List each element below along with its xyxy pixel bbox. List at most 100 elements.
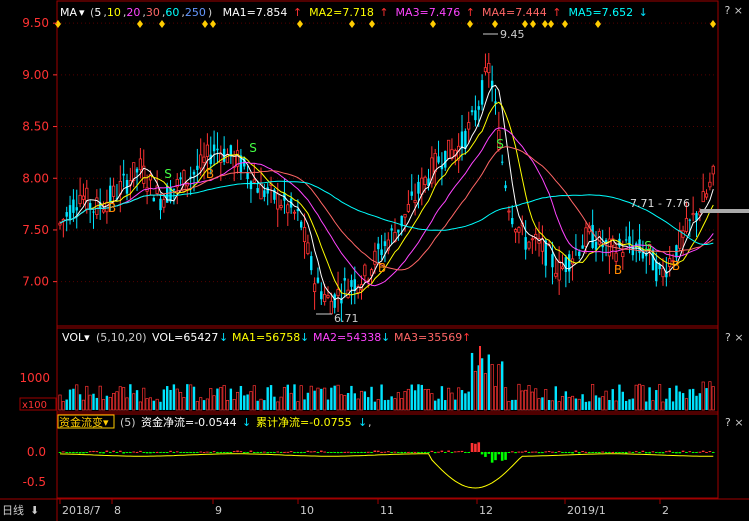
flow-bar — [242, 452, 246, 453]
flow-bar — [256, 452, 259, 453]
vol-bar — [138, 401, 142, 411]
candle-body — [109, 185, 112, 202]
candle-body — [162, 199, 166, 208]
candle-body — [403, 213, 407, 218]
fund-flow-series: 资金流变▾ (5) 资金净流=-0.0544 ↓ 累计净流=-0.0755 ↓, ? × 0.… — [23, 414, 744, 489]
flow-bar — [420, 452, 424, 453]
ma-value-arrow-4: ↑ — [548, 6, 562, 19]
vol-bar — [618, 384, 621, 410]
help-button[interactable]: ? — [724, 4, 730, 17]
chart-canvas[interactable]: 9.45 6.71 7.71 - 7.76 B B B B B S S S S VOL▾ (5,10,2… — [0, 0, 749, 521]
candle-body — [383, 241, 387, 247]
vol-bar — [155, 398, 159, 411]
vol-ma3-arrow: ↑ — [462, 331, 471, 344]
vol-bar — [454, 399, 457, 410]
ma-value-4: MA4=7.444 — [482, 6, 547, 19]
flow-bar — [192, 452, 196, 454]
sell-signal: S — [164, 167, 172, 181]
vol-bar — [343, 395, 347, 411]
candle-body — [564, 257, 568, 273]
candle-body — [584, 227, 588, 247]
vol-bar — [58, 394, 62, 411]
ma-value-arrow-3: ↑ — [462, 6, 475, 19]
candle-body — [279, 205, 283, 208]
vol-bar — [668, 387, 671, 410]
vol-bar — [406, 388, 410, 411]
vol-bar — [339, 394, 343, 411]
flow-bar — [648, 452, 651, 454]
flow-bar — [199, 451, 202, 453]
candle-body — [524, 237, 527, 250]
ma-values: MA1=7.854 ↑ MA2=7.718 ↑ MA3=7.476 ↑ MA4=7.4… — [218, 6, 650, 19]
x-tick-label: 9 — [215, 504, 222, 517]
flow-bar — [366, 451, 370, 453]
close-button[interactable]: × — [734, 4, 743, 17]
flow-bar — [273, 452, 276, 454]
vol-bar — [631, 398, 635, 410]
candle-body — [557, 260, 561, 281]
flow-bar — [330, 452, 333, 453]
flow-bar — [353, 452, 357, 453]
candle-body — [209, 154, 212, 165]
flow-bar — [695, 452, 698, 453]
vol-bar — [634, 384, 638, 411]
candle-body — [661, 267, 665, 278]
vol-bar — [135, 390, 139, 410]
signal-diamond-icon — [159, 20, 165, 28]
ma-param-10: 10 — [106, 6, 121, 19]
flow-bar — [557, 451, 561, 453]
flow-bar — [708, 451, 712, 453]
vol-bar — [473, 370, 477, 411]
x-tick-label: 11 — [380, 504, 394, 517]
flow-bar — [661, 452, 665, 454]
ma-param-30: 30 — [145, 6, 160, 19]
vol-bar — [437, 398, 440, 410]
flow-bar — [363, 452, 367, 453]
vol-bar — [447, 387, 451, 411]
flow-net-value: 资金净流=-0.0544 — [141, 415, 237, 429]
flow-bar — [624, 452, 628, 454]
flow-bar — [216, 452, 219, 454]
candle-body — [138, 158, 142, 171]
ma-value-5: MA5=7.652 — [568, 6, 634, 19]
candle-body — [437, 156, 440, 163]
flow-bar — [88, 451, 92, 453]
flow-bar — [705, 451, 708, 453]
candle-body — [554, 272, 558, 277]
flow-bar — [618, 452, 621, 453]
vol-bar — [232, 399, 236, 411]
flow-bar — [105, 450, 109, 452]
vol-bar — [645, 401, 648, 410]
vol-panel-buttons: ? × — [725, 331, 744, 344]
flow-bar — [447, 450, 450, 452]
candle-body — [292, 211, 297, 214]
vol-bar — [293, 384, 296, 410]
vol-bar — [624, 400, 628, 410]
signal-diamond-icon — [492, 20, 498, 28]
flow-bar — [567, 452, 571, 453]
candle-body — [300, 221, 303, 228]
flow-bar — [611, 451, 615, 453]
candle-body — [65, 212, 68, 217]
vol-bar — [483, 373, 488, 411]
vol-bar — [333, 385, 336, 410]
candle-body — [159, 198, 162, 211]
x-tick-label: 2018/7 — [62, 504, 101, 517]
vol-bar — [92, 393, 95, 410]
flow-bar — [494, 452, 497, 461]
candle-body — [417, 181, 420, 194]
vol-bar — [346, 392, 350, 410]
vol-bar — [98, 385, 102, 411]
candle-body — [88, 203, 92, 209]
flow-bar — [443, 452, 447, 453]
candle-body — [216, 148, 219, 151]
candle-body — [480, 80, 484, 105]
flow-bar — [598, 452, 601, 454]
ma-indicator-selector[interactable]: MA ▾ — [60, 6, 85, 19]
candle-body — [504, 185, 507, 189]
flow-bar — [249, 450, 253, 452]
vol-bar — [209, 388, 213, 411]
vol-bar — [306, 392, 310, 410]
signal-diamond-icon — [522, 20, 528, 28]
x-tick-label: 12 — [479, 504, 493, 517]
